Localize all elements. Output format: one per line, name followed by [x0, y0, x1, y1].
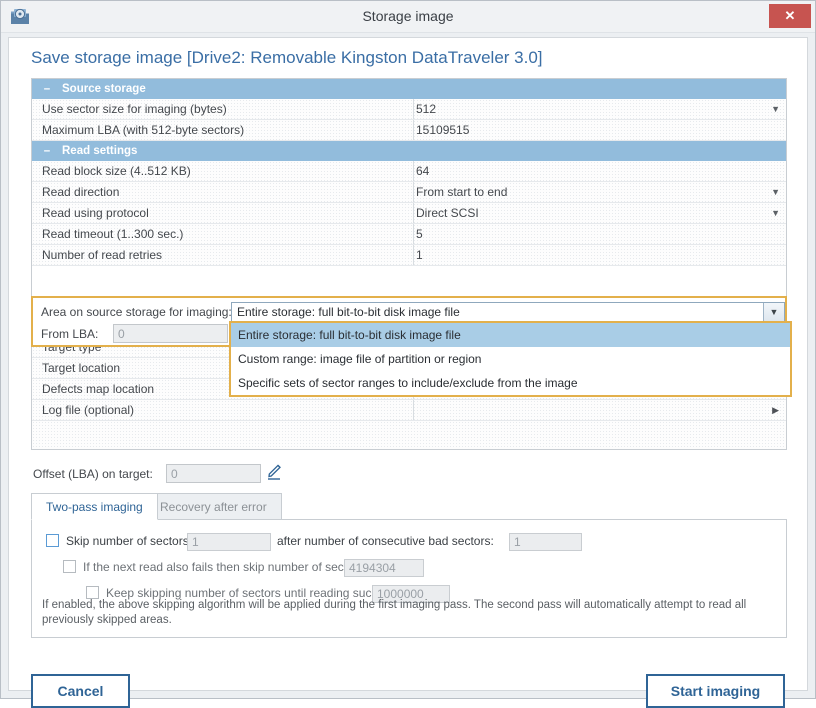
dropdown-option[interactable]: Custom range: image file of partition or…	[231, 347, 790, 371]
column-divider	[413, 161, 414, 181]
table-row[interactable]: Use sector size for imaging (bytes) 512 …	[32, 99, 786, 120]
area-label: Area on source storage for imaging:	[41, 305, 232, 319]
dialog-content: Save storage image [Drive2: Removable Ki…	[8, 37, 808, 708]
row-label: Use sector size for imaging (bytes)	[42, 102, 227, 116]
table-row[interactable]: Number of read retries 1	[32, 245, 786, 266]
row-label: Defects map location	[42, 382, 155, 396]
column-divider	[413, 203, 414, 223]
column-divider	[413, 120, 414, 140]
pencil-icon[interactable]	[265, 463, 285, 481]
row-value: 512	[416, 102, 437, 116]
cancel-button[interactable]: Cancel	[31, 674, 130, 708]
section-title: Source storage	[62, 83, 146, 95]
two-pass-imaging-panel: Skip number of sectors: after number of …	[31, 519, 787, 638]
page-title: Save storage image [Drive2: Removable Ki…	[31, 48, 543, 67]
column-divider	[413, 99, 414, 119]
section-title: Read settings	[62, 145, 138, 157]
imaging-tabs: Two-pass imaging Recovery after error Sk…	[31, 493, 787, 638]
table-row[interactable]: Read using protocol Direct SCSI ▼	[32, 203, 786, 224]
row-value: 5	[416, 227, 423, 241]
tab-strip: Two-pass imaging Recovery after error	[31, 493, 787, 520]
close-button[interactable]: ✕	[769, 4, 811, 28]
combo-selected-value: Entire storage: full bit-to-bit disk ima…	[237, 305, 460, 319]
row-label: Read using protocol	[42, 206, 149, 220]
collapse-icon[interactable]: –	[42, 141, 52, 161]
row-label: Maximum LBA (with 512-byte sectors)	[42, 123, 245, 137]
from-lba-input[interactable]	[113, 324, 228, 343]
from-lba-label: From LBA:	[41, 327, 99, 341]
chevron-down-icon[interactable]: ▼	[771, 203, 780, 223]
storage-image-dialog: Storage image ✕ Save storage image [Driv…	[0, 0, 816, 708]
next-read-fails-label: If the next read also fails then skip nu…	[83, 560, 368, 574]
column-divider	[413, 245, 414, 265]
area-combo-box[interactable]: Entire storage: full bit-to-bit disk ima…	[231, 302, 785, 323]
after-bad-sectors-input[interactable]	[509, 533, 582, 551]
dropdown-option[interactable]: Specific sets of sector ranges to includ…	[231, 371, 790, 395]
table-row[interactable]: Read block size (4..512 KB) 64	[32, 161, 786, 182]
skip-sectors-label: Skip number of sectors:	[66, 534, 193, 548]
table-row[interactable]: Read direction From start to end ▼	[32, 182, 786, 203]
expand-right-icon[interactable]: ▶	[772, 400, 779, 420]
offset-row	[32, 421, 786, 449]
tab-recovery-after-error[interactable]: Recovery after error	[145, 493, 282, 520]
window-title: Storage image	[362, 8, 454, 24]
start-imaging-button[interactable]: Start imaging	[646, 674, 785, 708]
column-divider	[413, 400, 414, 420]
collapse-icon[interactable]: –	[42, 79, 52, 99]
table-row[interactable]: Log file (optional) ▶	[32, 400, 786, 421]
row-label: Read timeout (1..300 sec.)	[42, 227, 184, 241]
table-row[interactable]: Maximum LBA (with 512-byte sectors) 1510…	[32, 120, 786, 141]
area-combo-dropdown-list[interactable]: Entire storage: full bit-to-bit disk ima…	[229, 321, 792, 397]
tab-two-pass-imaging[interactable]: Two-pass imaging	[31, 493, 158, 520]
row-value: From start to end	[416, 185, 508, 199]
chevron-down-icon[interactable]: ▼	[763, 303, 784, 322]
title-bar: Storage image ✕	[1, 1, 815, 33]
skip-sectors-checkbox[interactable]	[46, 534, 59, 547]
row-label: Read block size (4..512 KB)	[42, 164, 191, 178]
column-divider	[413, 182, 414, 202]
two-pass-note: If enabled, the above skipping algorithm…	[42, 599, 747, 626]
row-label: Number of read retries	[42, 248, 163, 262]
row-label: Read direction	[42, 185, 120, 199]
row-value: 64	[416, 164, 430, 178]
chevron-down-icon[interactable]: ▼	[771, 182, 780, 202]
after-bad-sectors-label: after number of consecutive bad sectors:	[277, 534, 494, 548]
next-read-fails-checkbox[interactable]	[63, 560, 76, 573]
row-label: Log file (optional)	[42, 403, 135, 417]
row-value: 1	[416, 248, 423, 262]
table-row[interactable]: Read timeout (1..300 sec.) 5	[32, 224, 786, 245]
dropdown-option[interactable]: Entire storage: full bit-to-bit disk ima…	[231, 323, 790, 347]
section-header-source-storage[interactable]: – Source storage	[32, 79, 786, 99]
row-label: Target location	[42, 361, 121, 375]
chevron-down-icon[interactable]: ▼	[771, 99, 780, 119]
offset-label: Offset (LBA) on target:	[33, 467, 153, 481]
skip-sectors-input[interactable]	[187, 533, 271, 551]
row-value: Direct SCSI	[416, 206, 479, 220]
section-header-read-settings[interactable]: – Read settings	[32, 141, 786, 161]
next-read-fails-input[interactable]	[344, 559, 424, 577]
column-divider	[413, 224, 414, 244]
offset-input[interactable]	[166, 464, 261, 483]
row-value: 15109515	[416, 123, 470, 137]
